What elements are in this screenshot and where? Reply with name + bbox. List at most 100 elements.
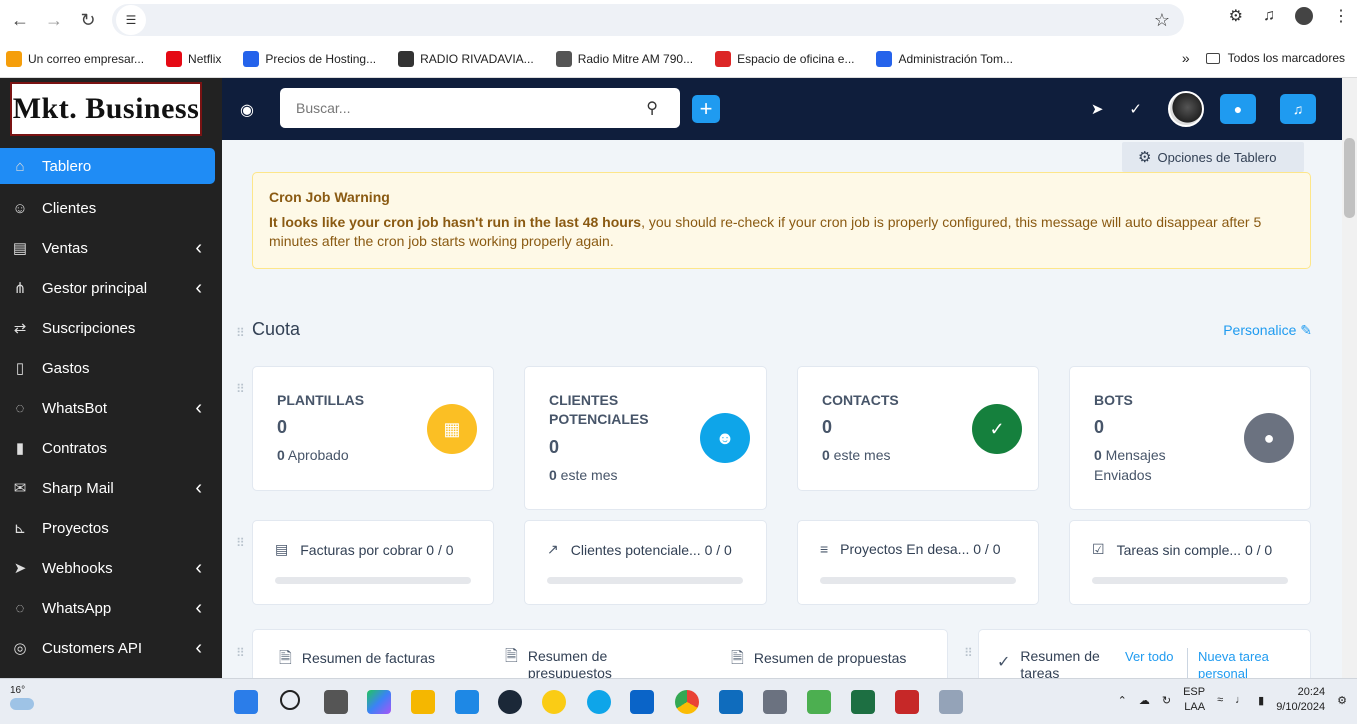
avatar[interactable] (1168, 91, 1204, 127)
search-icon[interactable]: ⚲ (646, 98, 658, 118)
wifi-icon[interactable]: ≈ (1217, 694, 1223, 706)
clock[interactable]: 20:24 9/10/2024 (1276, 685, 1325, 715)
logo[interactable]: Mkt. Business (10, 82, 202, 136)
start-icon[interactable] (234, 690, 258, 714)
drag-handle-icon[interactable]: ⠿ (236, 382, 245, 396)
menu-dots-icon[interactable]: ⋮ (1333, 6, 1349, 26)
back-arrow-icon[interactable]: ← (6, 6, 34, 34)
sidebar-item-whatsapp[interactable]: ◌ WhatsApp ‹ (0, 588, 222, 628)
outlook-new-icon[interactable] (630, 690, 654, 714)
bookmark-item[interactable]: RADIO RIVADAVIA... (398, 50, 534, 67)
all-bookmarks-button[interactable]: Todos los marcadores (1205, 51, 1345, 65)
summary-facturas[interactable]: Resumen de facturas (302, 650, 435, 667)
outlook-icon[interactable] (719, 690, 743, 714)
progress-bar (547, 577, 743, 584)
ver-todo-link[interactable]: Ver todo (1125, 648, 1173, 665)
task-view-icon[interactable] (324, 690, 348, 714)
site-settings-icon[interactable]: ☰ (116, 5, 146, 35)
paper-plane-icon[interactable]: ➤ (1091, 100, 1104, 118)
forward-arrow-icon[interactable]: → (40, 6, 68, 34)
chevron-left-icon[interactable]: ‹ (195, 237, 202, 260)
app-icon[interactable] (542, 690, 566, 714)
battery-icon[interactable]: ▮ (1258, 694, 1264, 707)
sidebar-item-label: Webhooks (42, 559, 113, 577)
weather-widget[interactable]: 16° (10, 685, 34, 710)
excel-icon[interactable] (851, 690, 875, 714)
chevron-left-icon[interactable]: ‹ (195, 477, 202, 500)
browser-toolbar: ← → ↻ ☰ ☆ ⚙ ♫ ⋮ (0, 0, 1357, 40)
volume-icon[interactable]: ♩ (1235, 694, 1246, 706)
bookmark-item[interactable]: Netflix (166, 50, 221, 67)
nueva-tarea-link[interactable]: Nueva tarea personal (1187, 648, 1297, 678)
sidebar-item-label: WhatsBot (42, 399, 108, 417)
chevron-up-icon[interactable]: ⌃ (1118, 694, 1127, 707)
sidebar-item-ventas[interactable]: ▤ Ventas ‹ (0, 228, 222, 268)
quick-add-button[interactable]: + (692, 95, 720, 123)
sync-icon[interactable]: ↻ (1162, 694, 1171, 707)
minecraft-icon[interactable] (807, 690, 831, 714)
bookmark-item[interactable]: Un correo empresar... (6, 50, 144, 67)
search-input[interactable]: Buscar... ⚲ (280, 88, 680, 128)
drag-handle-icon[interactable]: ⠿ (964, 646, 973, 660)
chevron-left-icon[interactable]: ‹ (195, 637, 202, 660)
sidebar-item-suscripciones[interactable]: ⇄ Suscripciones (0, 308, 222, 348)
task-icon: ☑ (1092, 541, 1105, 557)
page-scrollbar[interactable] (1342, 78, 1357, 678)
clipboard-check-icon[interactable]: ✓ (1129, 100, 1142, 118)
bookmark-item[interactable]: Administración Tom... (876, 50, 1013, 67)
notification-center-icon[interactable]: ⚙ (1337, 694, 1347, 707)
reload-icon[interactable]: ↻ (74, 6, 102, 34)
bookmarks-overflow-icon[interactable]: » (1182, 50, 1190, 66)
chrome-icon[interactable] (675, 690, 699, 714)
eye-icon[interactable]: ◉ (240, 100, 254, 120)
media-icon[interactable]: ♫ (1263, 7, 1275, 25)
card-sub-value: 0 (549, 467, 557, 483)
sidebar-item-proyectos[interactable]: ⊾ Proyectos (0, 508, 222, 548)
bookmark-item[interactable]: Radio Mitre AM 790... (555, 50, 693, 67)
search-taskbar-icon[interactable] (280, 690, 300, 710)
card-value: 0 (1094, 417, 1105, 437)
onedrive-icon[interactable]: ☁ (1139, 694, 1150, 707)
bookmark-item[interactable]: Espacio de oficina e... (715, 50, 854, 67)
summary-propuestas[interactable]: Resumen de propuestas (754, 650, 907, 667)
sidebar-item-sharp-mail[interactable]: ✉ Sharp Mail ‹ (0, 468, 222, 508)
help-icon[interactable] (587, 690, 611, 714)
monitor-icon[interactable] (939, 690, 963, 714)
sidebar-item-tablero[interactable]: ⌂ Tablero (0, 148, 215, 184)
file-explorer-icon[interactable] (411, 690, 435, 714)
copilot-icon[interactable] (367, 690, 391, 714)
calculator-icon[interactable] (763, 690, 787, 714)
notifications-button[interactable]: ♫ (1280, 94, 1316, 124)
sidebar-item-contratos[interactable]: ▮ Contratos (0, 428, 222, 468)
bookmark-item[interactable]: Precios de Hosting... (243, 50, 376, 67)
sidebar-item-gastos[interactable]: ▯ Gastos (0, 348, 222, 388)
dashboard-options-button[interactable]: ⚙ Opciones de Tablero (1122, 142, 1304, 172)
sidebar-item-clientes[interactable]: ☺ Clientes (0, 188, 222, 228)
scrollbar-thumb[interactable] (1344, 138, 1355, 218)
extensions-icon[interactable]: ⚙ (1229, 6, 1243, 26)
progress-bar (820, 577, 1016, 584)
mhp-icon[interactable] (455, 690, 479, 714)
drag-handle-icon[interactable]: ⠿ (236, 536, 245, 550)
sidebar-item-gestor-principal[interactable]: ⋔ Gestor principal ‹ (0, 268, 222, 308)
sidebar-item-whatsbot[interactable]: ◌ WhatsBot ‹ (0, 388, 222, 428)
personalize-link[interactable]: Personalice ✎ (1223, 322, 1312, 339)
language-indicator[interactable]: ESP LAA (1183, 685, 1205, 715)
chevron-left-icon[interactable]: ‹ (195, 277, 202, 300)
chevron-left-icon[interactable]: ‹ (195, 397, 202, 420)
steam-icon[interactable] (498, 690, 522, 714)
profile-avatar-icon[interactable] (1295, 7, 1313, 25)
messenger-button[interactable]: ● (1220, 94, 1256, 124)
mail-icon: ✉ (13, 480, 27, 497)
card-value: 0 (822, 417, 833, 437)
drag-handle-icon[interactable]: ⠿ (236, 326, 245, 340)
chevron-left-icon[interactable]: ‹ (195, 557, 202, 580)
summary-presupuestos[interactable]: Resumen de presupuestos (528, 648, 675, 678)
sidebar-item-customers-api[interactable]: ◎ Customers API ‹ (0, 628, 222, 668)
sidebar-item-webhooks[interactable]: ➤ Webhooks ‹ (0, 548, 222, 588)
chevron-left-icon[interactable]: ‹ (195, 597, 202, 620)
drag-handle-icon[interactable]: ⠿ (236, 646, 245, 660)
bookmark-star-icon[interactable]: ☆ (1154, 10, 1170, 31)
address-bar[interactable]: ☰ ☆ (112, 4, 1184, 36)
acrobat-icon[interactable] (895, 690, 919, 714)
